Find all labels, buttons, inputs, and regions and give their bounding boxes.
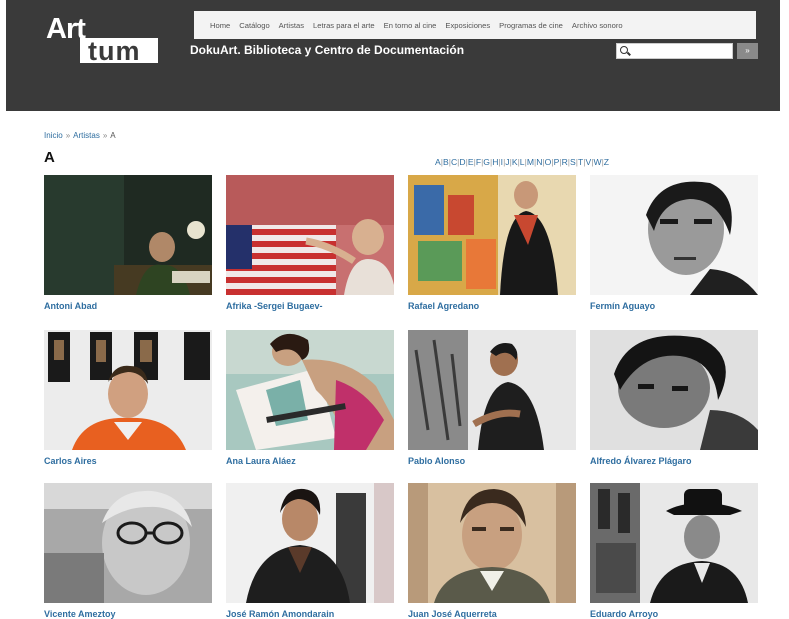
nav-item-cine[interactable]: En torno al cine	[384, 21, 437, 30]
artist-name[interactable]: Alfredo Álvarez Plágaro	[590, 456, 692, 466]
artist-photo[interactable]	[590, 483, 758, 603]
breadcrumb-artists[interactable]: Artistas	[73, 131, 100, 140]
nav-item-programas[interactable]: Programas de cine	[499, 21, 563, 30]
breadcrumb: Inicio» Artistas» A	[44, 131, 116, 140]
artist-photo[interactable]	[226, 175, 394, 295]
logo-text-bottom: tum	[88, 36, 141, 66]
artist-photo[interactable]	[590, 175, 758, 295]
site-title: DokuArt. Biblioteca y Centro de Document…	[190, 43, 465, 57]
artist-photo[interactable]	[226, 330, 394, 450]
alphabet-index: A|B|C|D|E|F|G|H|I|J|K|L|M|N|O|P|R|S|T|V|…	[435, 157, 609, 167]
artist-photo[interactable]	[44, 175, 212, 295]
top-navigation: Home Catálogo Artistas Letras para el ar…	[194, 11, 756, 39]
nav-item-catalogo[interactable]: Catálogo	[239, 21, 269, 30]
artist-photo[interactable]	[590, 330, 758, 450]
nav-item-artistas[interactable]: Artistas	[279, 21, 304, 30]
breadcrumb-separator: »	[102, 131, 108, 140]
alphabet-letter-w[interactable]: W	[593, 157, 601, 167]
nav-item-home[interactable]: Home	[210, 21, 230, 30]
alphabet-letter-m[interactable]: M	[527, 157, 534, 167]
breadcrumb-current: A	[110, 131, 116, 140]
artist-name[interactable]: Fermín Aguayo	[590, 301, 655, 311]
alphabet-letter-g[interactable]: G	[483, 157, 490, 167]
artist-name[interactable]: Antoni Abad	[44, 301, 97, 311]
artist-photo[interactable]	[408, 483, 576, 603]
nav-item-archivo[interactable]: Archivo sonoro	[572, 21, 623, 30]
artist-name[interactable]: Vicente Ameztoy	[44, 609, 116, 619]
artist-name[interactable]: Pablo Alonso	[408, 456, 465, 466]
artist-name[interactable]: Carlos Aires	[44, 456, 97, 466]
search-box	[616, 43, 733, 59]
nav-item-letras[interactable]: Letras para el arte	[313, 21, 375, 30]
artist-name[interactable]: Ana Laura Aláez	[226, 456, 296, 466]
artist-photo[interactable]	[226, 483, 394, 603]
search-button[interactable]: »	[737, 43, 758, 59]
search-input[interactable]	[631, 45, 729, 57]
breadcrumb-separator: »	[65, 131, 71, 140]
artist-name[interactable]: Afrika -Sergei Bugaev-	[226, 301, 323, 311]
artist-photo[interactable]	[44, 483, 212, 603]
breadcrumb-home[interactable]: Inicio	[44, 131, 63, 140]
artist-photo[interactable]	[44, 330, 212, 450]
search-icon	[620, 46, 628, 54]
artist-name[interactable]: Rafael Agredano	[408, 301, 479, 311]
alphabet-letter-z[interactable]: Z	[604, 157, 609, 167]
artist-photo[interactable]	[408, 175, 576, 295]
artist-name[interactable]: Juan José Aquerreta	[408, 609, 497, 619]
page-title: A	[44, 149, 55, 166]
artist-photo[interactable]	[408, 330, 576, 450]
artium-logo[interactable]: Art tum	[46, 14, 158, 66]
artist-name[interactable]: Eduardo Arroyo	[590, 609, 658, 619]
artist-name[interactable]: José Ramón Amondarain	[226, 609, 334, 619]
nav-item-exposiciones[interactable]: Exposiciones	[445, 21, 490, 30]
